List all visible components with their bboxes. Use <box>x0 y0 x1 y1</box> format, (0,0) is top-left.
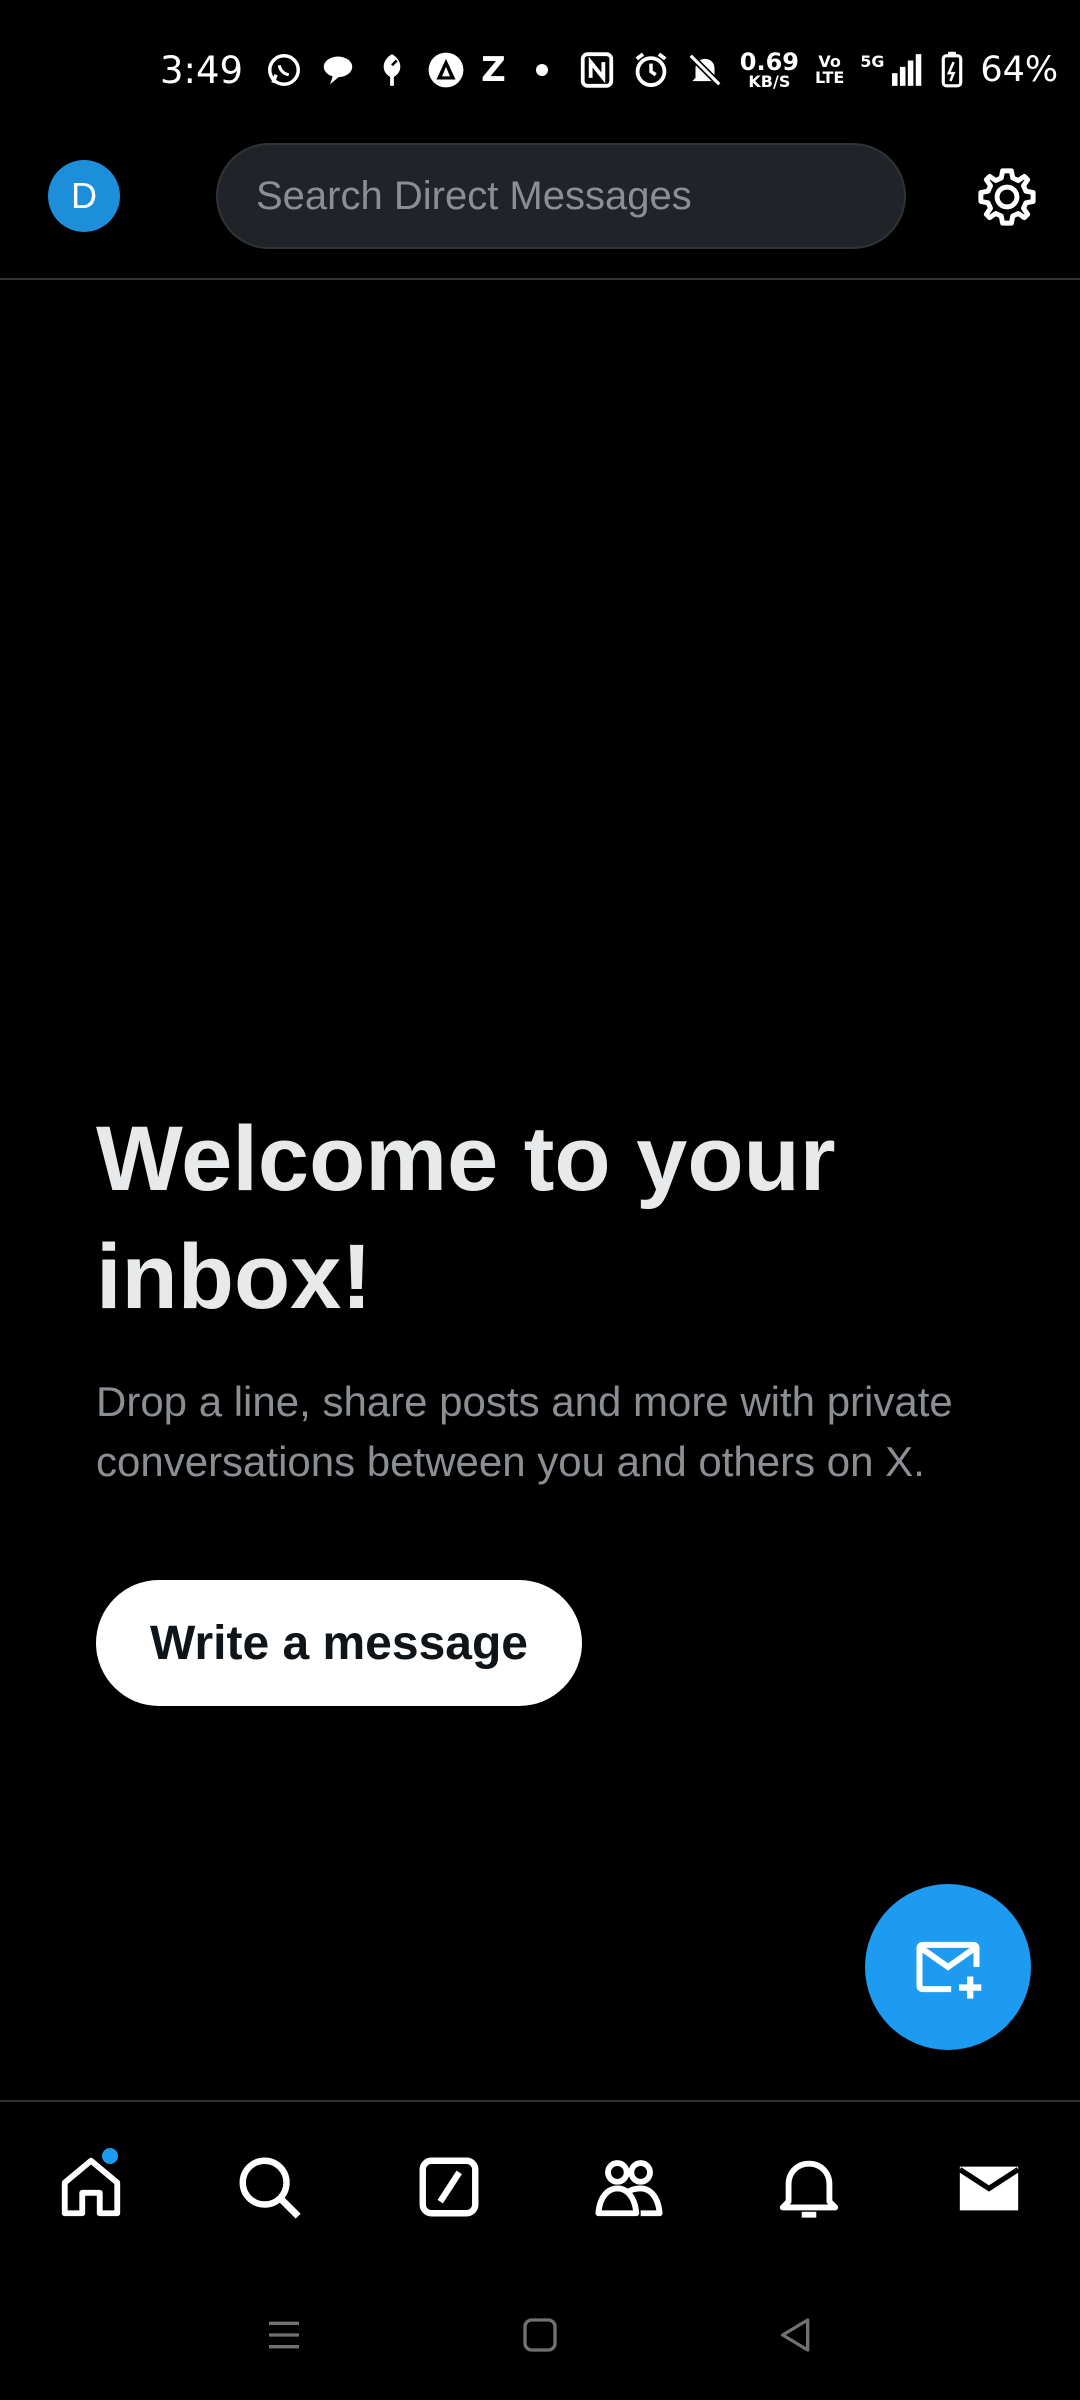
recent-apps-button[interactable] <box>264 2315 304 2355</box>
search-box[interactable] <box>216 143 906 249</box>
alarm-icon <box>632 51 670 89</box>
home-system-button[interactable] <box>520 2315 560 2355</box>
status-time: 3:49 <box>160 48 244 92</box>
leaf-icon <box>373 51 411 89</box>
battery-icon <box>940 51 964 89</box>
dot-icon <box>535 64 548 76</box>
grok-icon <box>419 2157 479 2217</box>
status-icons: Z 0.69 KB/S Vo LTE 5G 64% <box>265 40 1058 100</box>
welcome-title: Welcome to your inbox! <box>96 1108 836 1328</box>
nav-messages[interactable] <box>954 2152 1024 2222</box>
people-icon <box>595 2160 663 2217</box>
write-message-button[interactable]: Write a message <box>96 1580 582 1706</box>
whatsapp-icon <box>265 51 303 89</box>
welcome-description: Drop a line, share posts and more with p… <box>96 1378 953 1485</box>
avatar[interactable]: D <box>48 160 120 232</box>
nav-communities[interactable] <box>594 2152 664 2222</box>
mute-bell-icon <box>686 51 724 89</box>
nav-grok[interactable] <box>414 2152 484 2222</box>
volte-indicator: Vo LTE <box>814 52 845 87</box>
new-message-fab[interactable] <box>865 1884 1031 2050</box>
back-triangle-icon <box>781 2318 810 2352</box>
bell-icon <box>779 2160 839 2218</box>
notification-dot <box>102 2148 118 2164</box>
settings-button[interactable] <box>974 164 1040 230</box>
new-message-icon <box>916 1941 982 1999</box>
header: D <box>0 140 1080 280</box>
system-navigation <box>0 2270 1080 2400</box>
envelope-icon <box>958 2166 1020 2211</box>
gear-icon <box>978 168 1036 226</box>
network-speed: 0.69 KB/S <box>739 48 799 91</box>
search-icon <box>239 2157 301 2219</box>
search-input[interactable] <box>254 172 904 220</box>
triangle-app-icon <box>427 51 465 89</box>
menu-icon <box>269 2321 299 2349</box>
nav-search[interactable] <box>234 2152 304 2222</box>
home-icon <box>61 2157 121 2217</box>
svg-text:5G: 5G <box>861 52 885 71</box>
back-button[interactable] <box>776 2315 816 2355</box>
battery-percent: 64% <box>980 50 1059 90</box>
status-bar: 3:49 Z 0.69 KB/S Vo LTE 5G 64% <box>0 0 1080 140</box>
z-app-icon: Z <box>481 50 506 90</box>
signal-icon: 5G <box>860 51 924 89</box>
nav-home[interactable] <box>56 2148 126 2222</box>
chat-bubble-icon <box>319 51 357 89</box>
bottom-navigation <box>0 2100 1080 2270</box>
empty-state: Welcome to your inbox! Drop a line, shar… <box>96 1100 996 1706</box>
square-icon <box>523 2318 557 2352</box>
nfc-icon <box>578 51 616 89</box>
nav-notifications[interactable] <box>774 2152 844 2222</box>
